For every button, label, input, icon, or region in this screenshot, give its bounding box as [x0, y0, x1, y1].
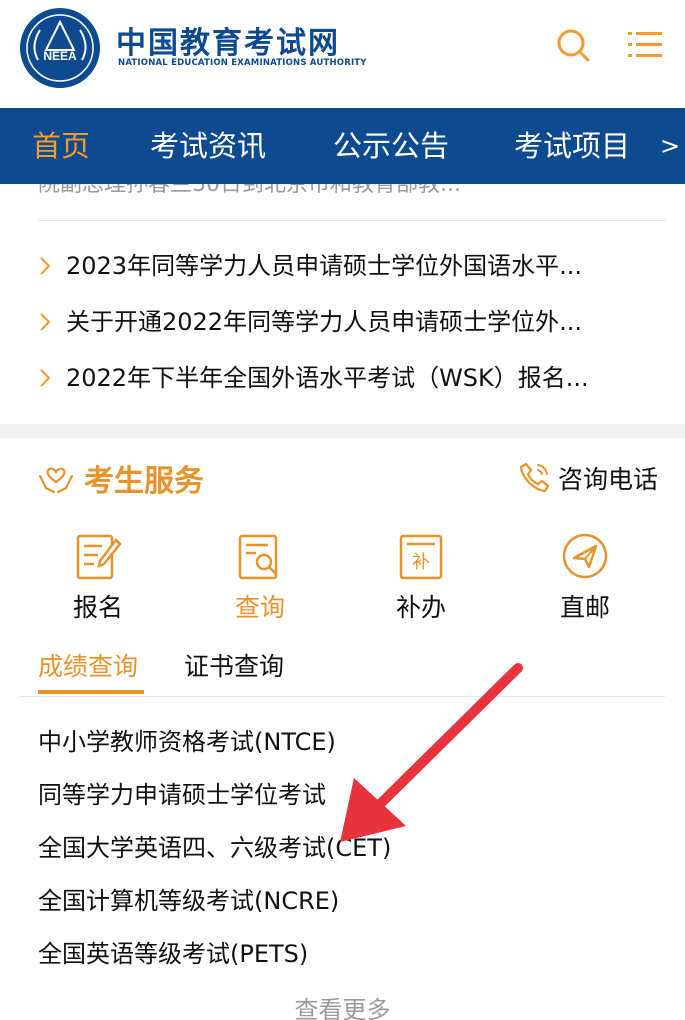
services-title: 考生服务 [84, 464, 204, 499]
direct-mail-plane-icon [562, 533, 608, 579]
news-item[interactable]: 关于开通2022年同等学力人员申请硕士学位外... [0, 294, 685, 350]
service-direct-mail-button[interactable]: 直邮 [535, 530, 635, 626]
reissue-icon: 补 [399, 534, 443, 580]
search-icon[interactable] [552, 24, 594, 66]
exam-link-ntce[interactable]: 中小学教师资格考试(NTCE) [38, 716, 658, 769]
brand-title: 中国教育考试网 [116, 26, 340, 61]
service-label: 查询 [234, 593, 285, 622]
chevron-right-icon [40, 313, 51, 331]
page: NEEA 中国教育考试网 NATIONAL EDUCATION EXAMINAT… [0, 0, 685, 1020]
site-header: NEEA 中国教育考试网 NATIONAL EDUCATION EXAMINAT… [0, 0, 685, 108]
news-list: 2023年同等学力人员申请硕士学位外国语水平... 关于开通2022年同等学力人… [0, 238, 685, 406]
divider [38, 220, 666, 221]
phone-icon[interactable] [518, 460, 552, 494]
chevron-right-icon [40, 369, 51, 387]
hands-heart-icon [38, 467, 74, 494]
nav-home[interactable]: 首页 [32, 108, 90, 184]
register-form-icon [76, 534, 122, 580]
service-register-button[interactable]: 报名 [48, 530, 148, 626]
exam-list: 中小学教师资格考试(NTCE) 同等学力申请硕士学位考试 全国大学英语四、六级考… [38, 716, 658, 981]
view-more-link[interactable]: 查看更多 [0, 990, 685, 1020]
news-item-title: 2023年同等学力人员申请硕士学位外国语水平... [66, 252, 582, 280]
active-tab-indicator [38, 690, 144, 694]
news-item[interactable]: 2022年下半年全国外语水平考试（WSK）报名... [0, 350, 685, 406]
nav-exam-projects[interactable]: 考试项目 [514, 108, 630, 184]
divider [20, 696, 665, 697]
news-item-title: 2022年下半年全国外语水平考试（WSK）报名... [66, 364, 589, 392]
exam-link-cet[interactable]: 全国大学英语四、六级考试(CET) [38, 822, 658, 875]
exam-link-pets[interactable]: 全国英语等级考试(PETS) [38, 928, 658, 981]
neea-logo[interactable]: NEEA [18, 6, 102, 90]
service-reissue-button[interactable]: 补 补办 [371, 530, 471, 626]
service-label: 补办 [395, 593, 446, 622]
svg-text:补: 补 [412, 552, 430, 573]
hotline-link[interactable]: 咨询电话 [558, 460, 658, 496]
nav-exam-news[interactable]: 考试资讯 [150, 108, 266, 184]
news-item[interactable]: 2023年同等学力人员申请硕士学位外国语水平... [0, 238, 685, 294]
query-search-icon [238, 534, 278, 580]
brand-subtitle: NATIONAL EDUCATION EXAMINATIONS AUTHORIT… [118, 58, 367, 68]
nav-announcements[interactable]: 公示公告 [333, 108, 449, 184]
nav-more-chevron-icon[interactable]: > [660, 108, 680, 184]
service-query-button[interactable]: 查询 [210, 530, 310, 626]
tab-certificate-query[interactable]: 证书查询 [184, 650, 284, 690]
chevron-right-icon [40, 257, 51, 275]
menu-list-icon[interactable] [624, 24, 666, 66]
exam-link-tongdeng[interactable]: 同等学力申请硕士学位考试 [38, 769, 658, 822]
section-gap [0, 424, 685, 438]
exam-link-ncre[interactable]: 全国计算机等级考试(NCRE) [38, 875, 658, 928]
service-label: 报名 [72, 593, 123, 622]
main-nav: 首页 考试资讯 公示公告 考试项目 > [0, 108, 685, 184]
service-label: 直邮 [559, 593, 610, 622]
news-item-title: 关于开通2022年同等学力人员申请硕士学位外... [66, 308, 582, 336]
tab-score-query[interactable]: 成绩查询 [38, 650, 138, 690]
logo-text: NEEA [43, 49, 77, 63]
